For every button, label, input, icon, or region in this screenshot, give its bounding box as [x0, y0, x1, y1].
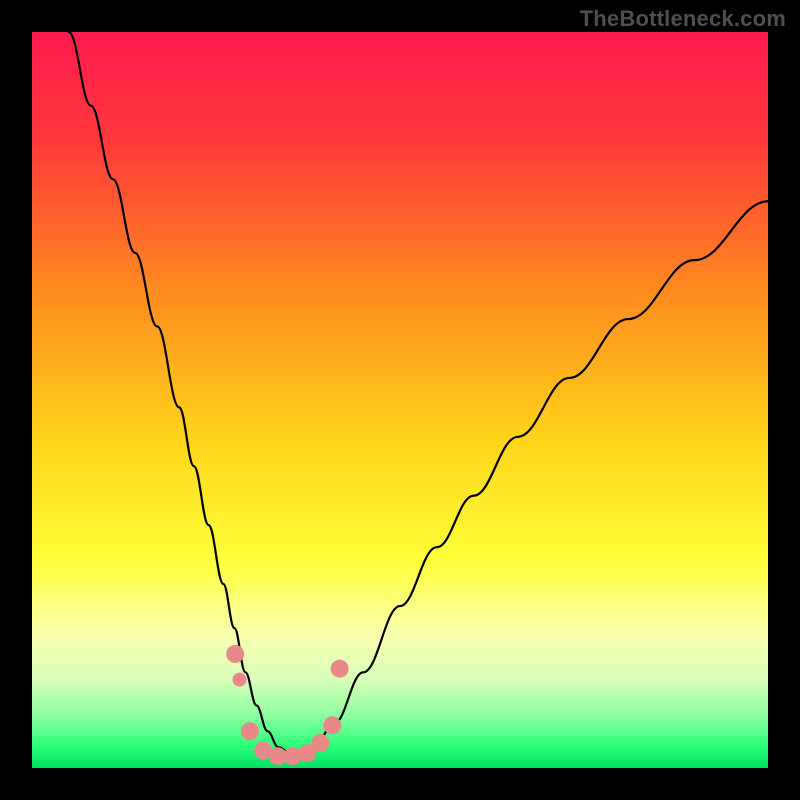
highlight-dot [233, 673, 247, 687]
gradient-background [32, 32, 768, 768]
highlight-dot [323, 716, 341, 734]
highlight-dot [226, 645, 244, 663]
highlight-dot [241, 722, 259, 740]
watermark-text: TheBottleneck.com [580, 6, 786, 32]
chart-frame: TheBottleneck.com [0, 0, 800, 800]
highlight-dot [331, 660, 349, 678]
highlight-dot [312, 734, 330, 752]
plot-area [32, 32, 768, 768]
chart-svg [32, 32, 768, 768]
